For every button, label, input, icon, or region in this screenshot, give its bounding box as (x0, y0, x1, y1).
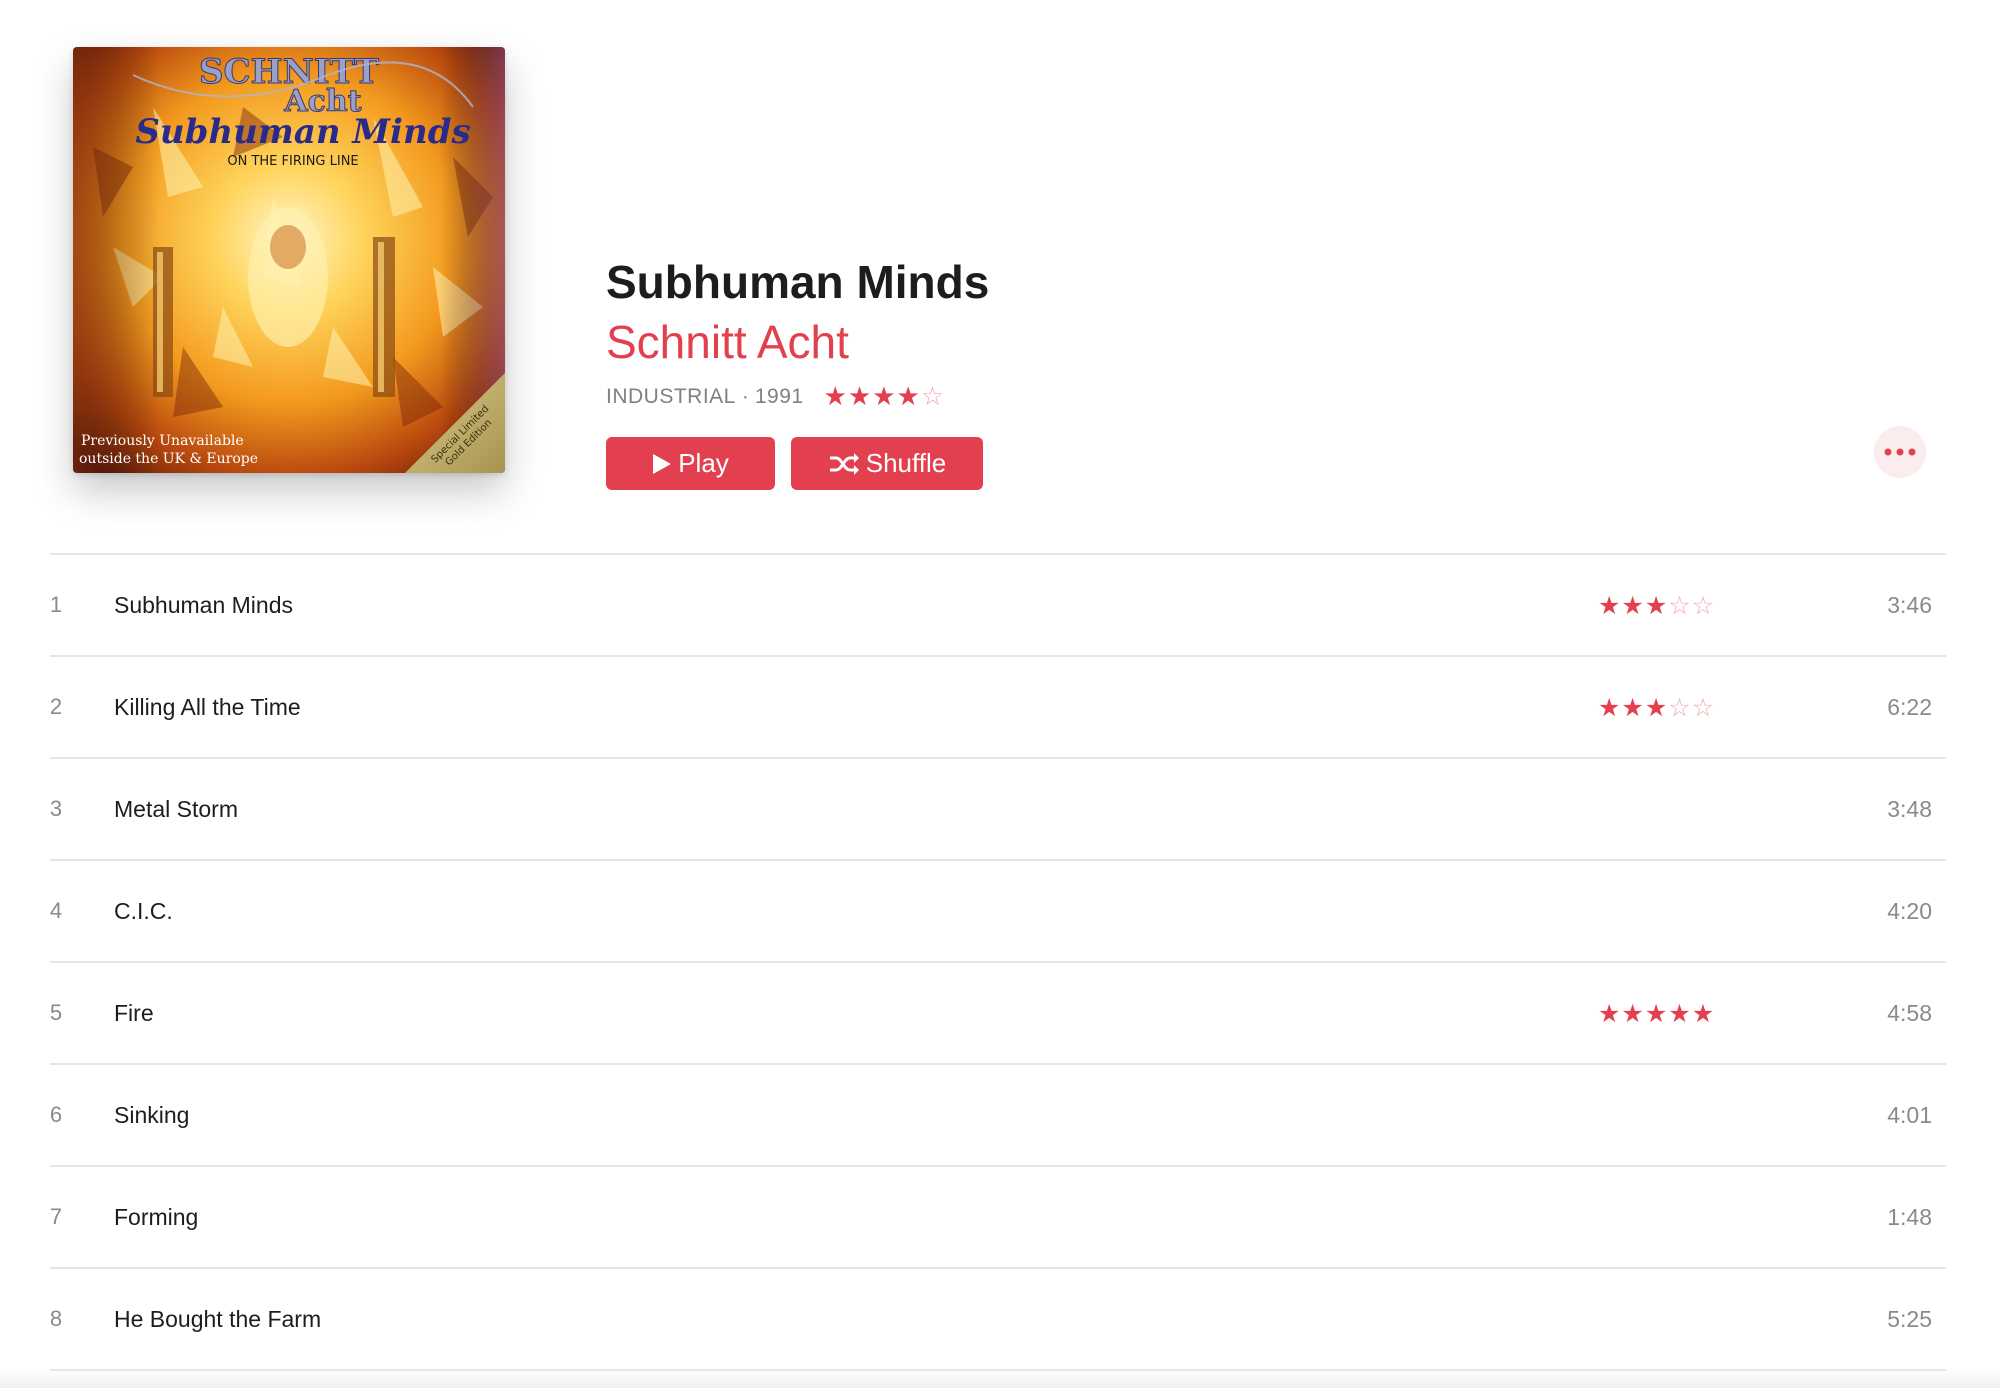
track-duration: 5:25 (1887, 1306, 1932, 1332)
track-number: 4 (49, 898, 63, 923)
track-number: 7 (49, 1204, 63, 1229)
star-filled-icon[interactable]: ★ (824, 384, 848, 410)
track-title: Fire (114, 1000, 154, 1026)
track-duration: 1:48 (1887, 1204, 1932, 1230)
track-duration: 6:22 (1887, 694, 1932, 720)
star-empty-icon[interactable]: ☆ (1668, 695, 1691, 720)
star-empty-icon[interactable]: ☆ (921, 384, 945, 410)
star-filled-icon[interactable]: ★ (1645, 695, 1668, 720)
track-row[interactable]: 4 C.I.C. 4:20 (50, 861, 1946, 963)
album-artist-link[interactable]: Schnitt Acht (606, 314, 1406, 370)
album-page: SCHNITT Acht Subhuman Minds ON THE FIRIN… (0, 0, 2000, 1388)
track-row[interactable]: 8 He Bought the Farm 5:25 (50, 1269, 1946, 1371)
track-title: C.I.C. (114, 898, 173, 924)
track-number: 5 (49, 1000, 63, 1025)
track-row[interactable]: 7 Forming 1:48 (50, 1167, 1946, 1269)
track-number: 2 (49, 694, 63, 719)
track-list: 1 Subhuman Minds ★ ★ ★ ☆ ☆ 3:46 2 Killing All the… (50, 553, 1946, 1371)
album-rating[interactable]: ★ ★ ★ ★ ☆ (824, 384, 946, 410)
track-row[interactable]: 1 Subhuman Minds ★ ★ ★ ☆ ☆ 3:46 (50, 555, 1946, 657)
play-button[interactable]: Play (606, 437, 775, 490)
track-title: Sinking (114, 1102, 190, 1128)
track-row[interactable]: 5 Fire ★ ★ ★ ★ ★ 4:58 (50, 963, 1946, 1065)
bottom-fade (0, 1368, 2000, 1388)
star-filled-icon[interactable]: ★ (1598, 695, 1621, 720)
album-artwork[interactable]: SCHNITT Acht Subhuman Minds ON THE FIRIN… (73, 47, 505, 473)
shuffle-icon (828, 452, 860, 476)
shuffle-button[interactable]: Shuffle (791, 437, 983, 490)
album-meta: INDUSTRIAL · 1991 ★ ★ ★ ★ ☆ (606, 382, 1406, 412)
shuffle-button-label: Shuffle (865, 448, 947, 478)
album-title: Subhuman Minds (606, 256, 990, 308)
album-year: 1991 (754, 385, 804, 408)
track-rating-stars[interactable]: ★ ★ ★ ☆ ☆ (1598, 695, 1715, 720)
track-title: Subhuman Minds (114, 592, 293, 618)
star-filled-icon[interactable]: ★ (872, 384, 896, 410)
star-filled-icon[interactable]: ★ (1621, 695, 1644, 720)
track-rating-stars[interactable]: ★ ★ ★ ★ ★ (1598, 1001, 1715, 1026)
star-filled-icon[interactable]: ★ (848, 384, 872, 410)
track-title: Forming (114, 1204, 199, 1230)
track-rating[interactable]: ★ ★ ★ ☆ ☆ (1598, 657, 1715, 757)
track-row[interactable]: 3 Metal Storm 3:48 (50, 759, 1946, 861)
track-duration: 4:58 (1887, 1000, 1932, 1026)
star-empty-icon[interactable]: ☆ (1692, 695, 1715, 720)
track-rating-stars[interactable]: ★ ★ ★ ☆ ☆ (1598, 593, 1715, 618)
ellipsis-icon (1884, 448, 1916, 456)
artwork-note-line-2: outside the UK & Europe (79, 451, 258, 467)
track-duration: 4:20 (1887, 898, 1932, 924)
star-empty-icon[interactable]: ☆ (1692, 593, 1715, 618)
artwork-subtitle: ON THE FIRING LINE (227, 154, 358, 169)
play-icon (652, 453, 672, 475)
star-filled-icon[interactable]: ★ (1645, 1001, 1668, 1026)
artwork-album-script: Subhuman Minds (135, 112, 470, 152)
album-info: Subhuman Minds Schnitt Acht INDUSTRIAL ·… (606, 250, 1406, 490)
star-filled-icon[interactable]: ★ (1621, 1001, 1644, 1026)
track-title: Metal Storm (114, 796, 238, 822)
track-duration: 4:01 (1887, 1102, 1932, 1128)
track-title: Killing All the Time (114, 694, 301, 720)
album-artwork-image: SCHNITT Acht Subhuman Minds ON THE FIRIN… (73, 47, 505, 473)
track-duration: 3:46 (1887, 592, 1932, 618)
action-buttons: Play Shuffle (606, 437, 1406, 490)
track-row[interactable]: 6 Sinking 4:01 (50, 1065, 1946, 1167)
more-options-button[interactable] (1874, 426, 1926, 478)
album-genre: INDUSTRIAL (606, 385, 736, 408)
star-filled-icon[interactable]: ★ (1645, 593, 1668, 618)
track-number: 8 (49, 1306, 63, 1331)
track-rating[interactable]: ★ ★ ★ ★ ★ (1598, 963, 1715, 1063)
artwork-note-line-1: Previously Unavailable (81, 433, 244, 449)
track-number: 3 (49, 796, 63, 821)
meta-separator: · (741, 385, 749, 408)
track-row[interactable]: 2 Killing All the Time ★ ★ ★ ☆ ☆ 6:22 (50, 657, 1946, 759)
track-title: He Bought the Farm (114, 1306, 322, 1332)
star-filled-icon[interactable]: ★ (1668, 1001, 1691, 1026)
track-number: 6 (49, 1102, 63, 1127)
star-filled-icon[interactable]: ★ (1598, 593, 1621, 618)
track-rating[interactable]: ★ ★ ★ ☆ ☆ (1598, 555, 1715, 655)
star-filled-icon[interactable]: ★ (897, 384, 921, 410)
track-duration: 3:48 (1887, 796, 1932, 822)
star-filled-icon[interactable]: ★ (1621, 593, 1644, 618)
star-filled-icon[interactable]: ★ (1692, 1001, 1715, 1026)
track-number: 1 (49, 592, 63, 617)
play-button-label: Play (678, 448, 729, 478)
star-filled-icon[interactable]: ★ (1598, 1001, 1621, 1026)
star-empty-icon[interactable]: ☆ (1668, 593, 1691, 618)
